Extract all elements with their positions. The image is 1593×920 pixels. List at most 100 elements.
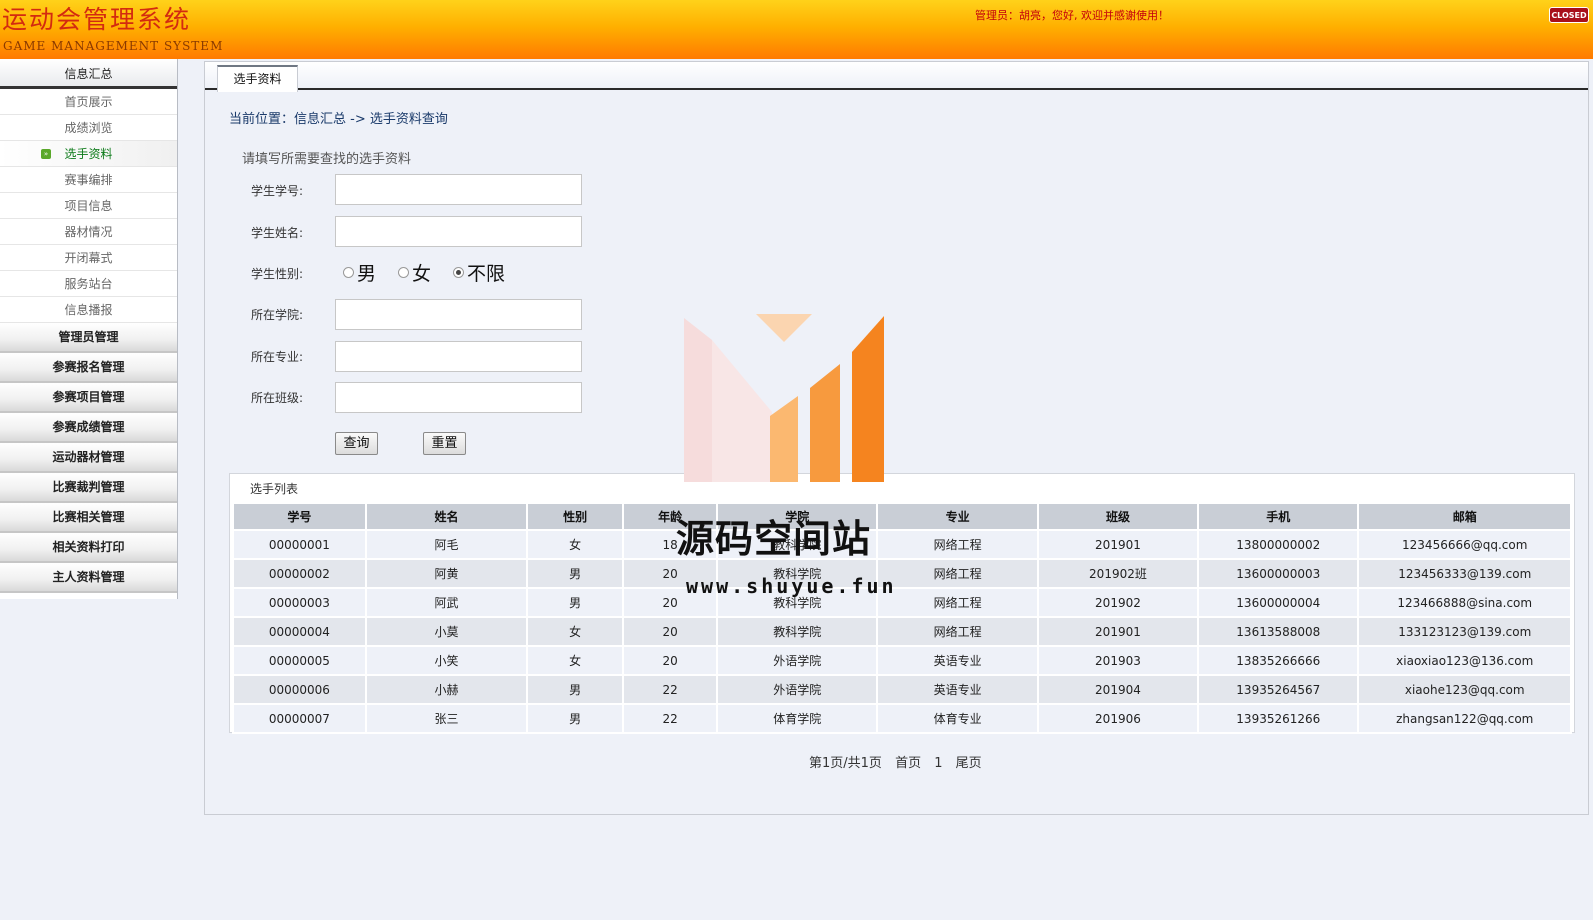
sidebar-item[interactable]: 开闭幕式 xyxy=(0,245,177,271)
sidebar-item-label: 信息播报 xyxy=(64,303,113,317)
student-no-input[interactable] xyxy=(335,174,582,205)
table-row[interactable]: 00000003 阿武男 20 教科学院 网络工程 201902 13600000004 12… xyxy=(232,587,1572,618)
table-cell: 13613588008 xyxy=(1197,616,1360,647)
sidebar-group[interactable]: 相关资料打印 xyxy=(0,533,177,563)
sidebar-group[interactable]: 参赛项目管理 xyxy=(0,383,177,413)
sidebar-group-list: 管理员管理 参赛报名管理 参赛项目管理 参赛成绩管理 运动器材管理 比赛裁判管理 比赛相关管… xyxy=(0,323,177,593)
sidebar-sub-list: 首页展示成绩浏览 » 选手资料赛事编排项目信息器材情况开闭幕式服务站台信息播报 xyxy=(0,89,177,323)
gender-radio[interactable] xyxy=(453,267,465,278)
sidebar-item[interactable]: 赛事编排 xyxy=(0,167,177,193)
sidebar-item[interactable]: » 选手资料 xyxy=(0,141,177,167)
table-cell: 123466888@sina.com xyxy=(1357,587,1572,618)
sidebar-group[interactable]: 参赛成绩管理 xyxy=(0,413,177,443)
query-button[interactable]: 查询 xyxy=(335,432,378,455)
major-input[interactable] xyxy=(335,341,582,372)
column-header: 专业 xyxy=(876,502,1039,531)
sidebar-group[interactable]: 比赛裁判管理 xyxy=(0,473,177,503)
gender-label: 学生性别: xyxy=(251,267,304,281)
sidebar-group[interactable]: 比赛相关管理 xyxy=(0,503,177,533)
table-cell: 201901 xyxy=(1036,529,1200,560)
sidebar-item[interactable]: 服务站台 xyxy=(0,271,177,297)
table-cell: 201902班 xyxy=(1036,558,1200,589)
sidebar-group[interactable]: 运动器材管理 xyxy=(0,443,177,473)
student-name-label: 学生姓名: xyxy=(251,226,304,240)
table-cell: 123456666@qq.com xyxy=(1357,529,1572,560)
table-cell: xiaohe123@qq.com xyxy=(1357,674,1572,705)
sidebar-item[interactable]: 首页展示 xyxy=(0,89,177,115)
sidebar-item[interactable]: 项目信息 xyxy=(0,193,177,219)
column-header: 邮箱 xyxy=(1357,502,1572,531)
table-row[interactable]: 00000005 小笑女 20 外语学院 英语专业 201903 13835266666 xi… xyxy=(232,645,1572,676)
table-row[interactable]: 00000002 阿黄男 20 教科学院 网络工程 201902班 13600000003 1… xyxy=(232,558,1572,589)
column-header: 手机 xyxy=(1197,502,1360,531)
student-name-input[interactable] xyxy=(335,216,582,247)
gender-option-label: 男 xyxy=(357,263,377,285)
table-cell: 女 xyxy=(526,529,625,560)
reset-button[interactable]: 重置 xyxy=(423,432,466,455)
table-cell: 00000007 xyxy=(232,703,367,734)
table-cell: 00000006 xyxy=(232,674,367,705)
breadcrumb: 当前位置：信息汇总 -> 选手资料查询 xyxy=(229,112,448,127)
watermark-logo-icon xyxy=(684,314,884,482)
table-row[interactable]: 00000007 张三男 22 体育学院 体育专业 201906 13935261266 zh… xyxy=(232,703,1572,734)
sidebar-section-info[interactable]: 信息汇总 xyxy=(0,59,177,89)
tab-bar: 选手资料 xyxy=(205,62,1588,92)
table-cell: 201904 xyxy=(1036,674,1200,705)
sidebar-item-label: 器材情况 xyxy=(64,225,113,239)
gender-radio[interactable] xyxy=(343,267,354,278)
table-row[interactable]: 00000001 阿毛女 18 教科学院 网络工程 201901 13800000002 12… xyxy=(232,529,1572,560)
table-cell: 网络工程 xyxy=(876,558,1039,589)
table-cell: 网络工程 xyxy=(876,616,1039,647)
sidebar-item-label: 成绩浏览 xyxy=(64,121,113,135)
table-cell: 201901 xyxy=(1036,616,1200,647)
table-cell: 00000002 xyxy=(232,558,367,589)
table-cell: 男 xyxy=(526,587,625,618)
table-cell: 女 xyxy=(526,645,625,676)
gender-radio[interactable] xyxy=(398,267,410,278)
table-cell: 教科学院 xyxy=(716,616,879,647)
sidebar-item-label: 项目信息 xyxy=(64,199,113,213)
table-cell: 外语学院 xyxy=(716,645,879,676)
column-header: 性别 xyxy=(526,502,625,531)
watermark-title: 源码空间站 xyxy=(676,517,872,561)
column-header: 班级 xyxy=(1036,502,1200,531)
table-cell: 22 xyxy=(622,703,719,734)
class-input[interactable] xyxy=(335,382,582,413)
sidebar-item-label: 赛事编排 xyxy=(64,173,113,187)
table-cell: 13935261266 xyxy=(1197,703,1360,734)
sidebar-item[interactable]: 成绩浏览 xyxy=(0,115,177,141)
pagination: 第1页/共1页 首页 1 尾页 xyxy=(809,752,988,771)
column-header: 姓名 xyxy=(364,502,529,531)
table-cell: 00000001 xyxy=(232,529,367,560)
sidebar-group[interactable]: 主人资料管理 xyxy=(0,563,177,593)
sidebar-item[interactable]: 信息播报 xyxy=(0,297,177,323)
table-cell: 201903 xyxy=(1036,645,1200,676)
table-cell: 阿黄 xyxy=(364,558,529,589)
table-row[interactable]: 00000006 小赫男 22 外语学院 英语专业 201904 13935264567 xi… xyxy=(232,674,1572,705)
sidebar-group[interactable]: 管理员管理 xyxy=(0,323,177,353)
table-cell: 小莫 xyxy=(364,616,529,647)
table-cell: 20 xyxy=(622,616,719,647)
table-cell: 英语专业 xyxy=(876,674,1039,705)
table-cell: 张三 xyxy=(364,703,529,734)
table-row[interactable]: 00000004 小莫女 20 教科学院 网络工程 201901 13613588008 13… xyxy=(232,616,1572,647)
sidebar-item[interactable]: 器材情况 xyxy=(0,219,177,245)
watermark-url: www.shuyue.fun xyxy=(686,574,897,598)
page-number-link[interactable]: 1 xyxy=(934,756,942,771)
logout-button[interactable]: CLOSED xyxy=(1549,7,1589,23)
sidebar-group[interactable]: 参赛报名管理 xyxy=(0,353,177,383)
college-input[interactable] xyxy=(335,299,582,330)
sidebar-item-label: 首页展示 xyxy=(64,95,113,109)
first-page-link[interactable]: 首页 xyxy=(895,756,921,771)
tab-player-info[interactable]: 选手资料 xyxy=(217,65,298,92)
class-label: 所在班级: xyxy=(251,391,304,405)
table-cell: 男 xyxy=(526,703,625,734)
player-table: 学号 姓名 性别 年龄 学院 专业 班级 手机 邮箱 00000001 阿毛女 18 教科学院 网络工程… xyxy=(232,502,1572,734)
table-cell: 体育专业 xyxy=(876,703,1039,734)
last-page-link[interactable]: 尾页 xyxy=(956,756,982,771)
player-list-title: 选手列表 xyxy=(250,482,299,496)
student-no-label: 学生学号: xyxy=(251,184,304,198)
table-cell: 13835266666 xyxy=(1197,645,1360,676)
table-cell: 13800000002 xyxy=(1197,529,1360,560)
sidebar-item-label: 开闭幕式 xyxy=(64,251,113,265)
